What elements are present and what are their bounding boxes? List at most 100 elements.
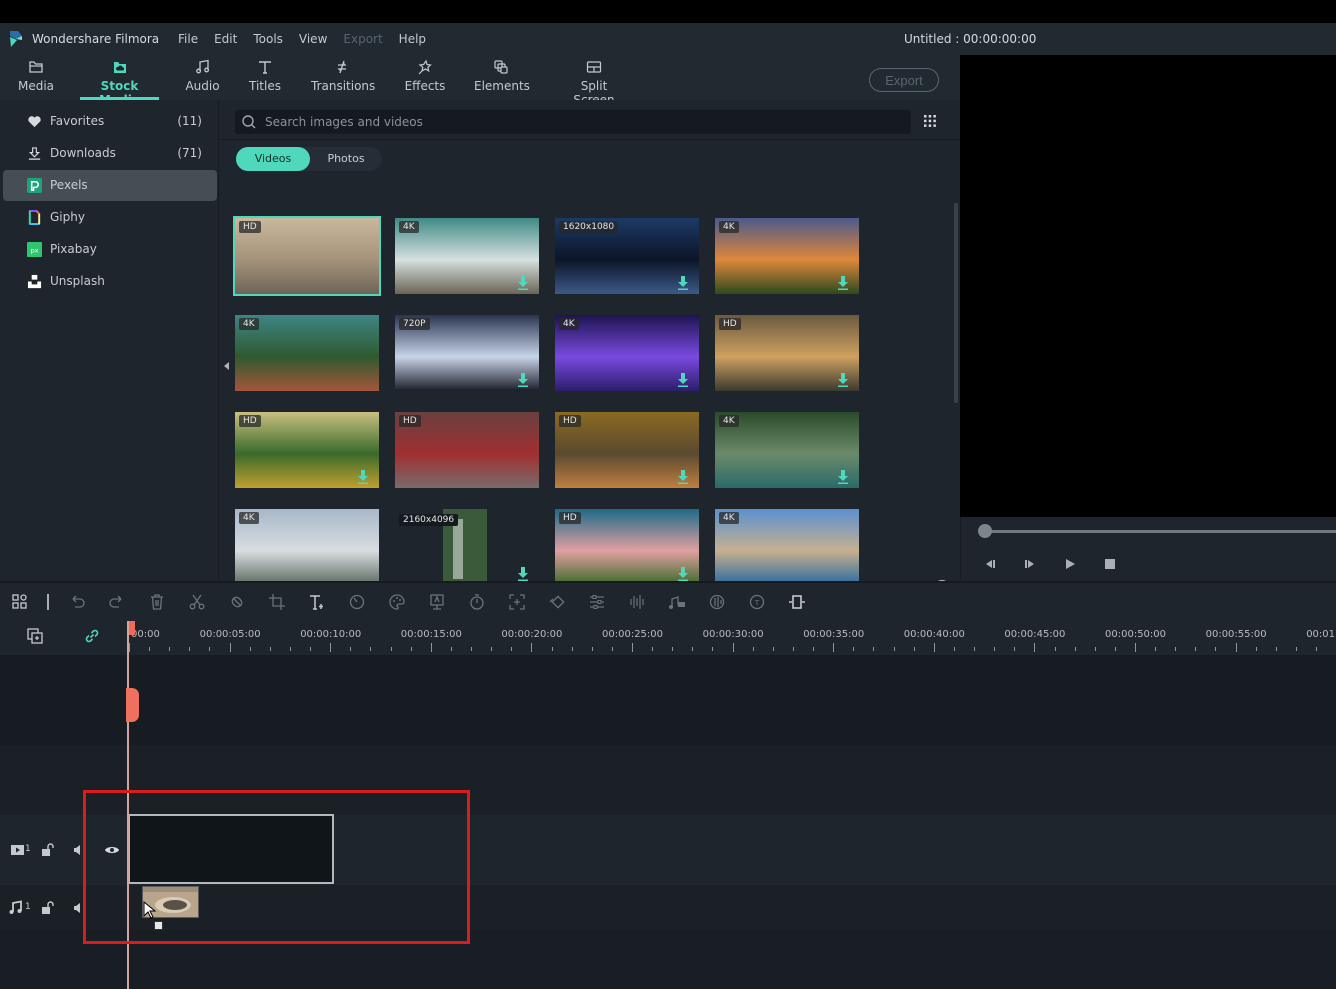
stock-video-thumbnail[interactable]: 2160x4096 xyxy=(395,506,539,588)
download-icon[interactable] xyxy=(837,276,849,290)
stock-video-thumbnail[interactable]: 4K xyxy=(235,315,379,391)
layout-icon[interactable] xyxy=(11,593,29,611)
tab-audio[interactable]: Audio xyxy=(184,55,221,100)
download-icon[interactable] xyxy=(517,276,529,290)
color-icon[interactable] xyxy=(388,593,406,611)
resolution-badge: 4K xyxy=(559,318,579,330)
tab-titles[interactable]: Titles xyxy=(248,55,282,100)
menu-edit[interactable]: Edit xyxy=(214,32,237,46)
filmora-window: Wondershare Filmora File Edit Tools View… xyxy=(0,23,1336,989)
stock-video-thumbnail[interactable]: 4K xyxy=(715,412,859,488)
menu-view[interactable]: View xyxy=(299,32,327,46)
download-icon[interactable] xyxy=(677,567,689,581)
menu-tools[interactable]: Tools xyxy=(253,32,283,46)
stock-video-thumbnail[interactable]: 4K xyxy=(715,509,859,585)
tab-effects[interactable]: Effects xyxy=(403,55,447,100)
next-frame-icon[interactable] xyxy=(1023,557,1037,571)
playback-progress-knob[interactable] xyxy=(978,524,992,538)
download-icon[interactable] xyxy=(517,567,529,581)
crop-icon[interactable] xyxy=(268,593,286,611)
sidebar-item-pixabay[interactable]: px Pixabay xyxy=(3,234,217,265)
add-text-icon[interactable] xyxy=(308,593,326,611)
download-icon[interactable] xyxy=(357,470,369,484)
download-icon[interactable] xyxy=(837,373,849,387)
sidebar-item-downloads[interactable]: Downloads (71) xyxy=(3,138,217,169)
download-icon[interactable] xyxy=(517,373,529,387)
sidebar-item-pexels[interactable]: Pexels xyxy=(3,170,217,201)
audio-mixer-icon[interactable] xyxy=(628,593,646,611)
transitions-icon xyxy=(311,59,373,79)
menu-help[interactable]: Help xyxy=(399,32,426,46)
download-icon[interactable] xyxy=(677,470,689,484)
redo-icon[interactable] xyxy=(108,593,126,611)
speech-to-text-icon[interactable]: T xyxy=(748,593,766,611)
undo-icon[interactable] xyxy=(68,593,86,611)
stock-video-thumbnail[interactable]: 4K xyxy=(715,218,859,294)
speed-icon[interactable] xyxy=(348,593,366,611)
green-screen-icon[interactable] xyxy=(428,593,446,611)
stock-video-thumbnail[interactable]: HD xyxy=(555,412,699,488)
menu-file[interactable]: File xyxy=(178,32,198,46)
unlock-icon[interactable] xyxy=(40,842,56,858)
collapse-sidebar-arrow-icon[interactable] xyxy=(221,356,231,376)
stock-video-thumbnail[interactable]: 1620x1080 xyxy=(555,218,699,294)
tab-stock-media[interactable]: Stock Media xyxy=(80,55,159,107)
link-icon[interactable] xyxy=(83,627,101,645)
voiceover-icon[interactable] xyxy=(708,593,726,611)
add-track-icon[interactable] xyxy=(26,627,44,645)
stock-folder-icon xyxy=(80,59,159,79)
scene-detect-icon[interactable] xyxy=(788,593,806,611)
stock-video-thumbnail[interactable]: 4K xyxy=(555,315,699,391)
cut-icon[interactable] xyxy=(188,593,206,611)
timeline-ruler[interactable]: 00:00 00:00:05:00 00:00:10:00 00:00:15:00 00… xyxy=(0,621,1336,655)
video-track-icon xyxy=(11,845,24,855)
playhead-snap-marker[interactable] xyxy=(126,688,139,722)
preview-viewer[interactable] xyxy=(960,55,1336,517)
stop-icon[interactable] xyxy=(1103,557,1117,571)
ruler-tick xyxy=(1074,647,1076,651)
previous-frame-icon[interactable] xyxy=(983,557,997,571)
zoom-fit-icon[interactable] xyxy=(508,593,526,611)
tab-transitions[interactable]: Transitions xyxy=(311,55,375,100)
stock-video-thumbnail[interactable]: HD xyxy=(555,509,699,585)
export-button[interactable]: Export xyxy=(869,68,939,92)
photos-toggle-button[interactable]: Photos xyxy=(310,147,382,171)
tab-split-screen[interactable]: Split Screen xyxy=(560,55,628,107)
ruler-tick xyxy=(712,647,714,651)
download-icon[interactable] xyxy=(677,373,689,387)
ruler-tick xyxy=(813,647,815,651)
drag-add-plus-icon xyxy=(154,921,163,930)
ruler-tick xyxy=(933,643,935,652)
tab-media[interactable]: Media xyxy=(15,55,57,100)
ruler-tick xyxy=(350,647,352,651)
keyframe-icon[interactable] xyxy=(548,593,566,611)
stock-video-thumbnail[interactable]: 720P xyxy=(395,315,539,391)
stock-video-thumbnail[interactable]: 4K xyxy=(235,509,379,585)
sidebar-item-unsplash[interactable]: Unsplash xyxy=(3,266,217,297)
stock-video-thumbnail[interactable]: HD xyxy=(233,216,381,296)
sidebar-item-favorites[interactable]: Favorites (11) xyxy=(3,106,217,137)
download-icon[interactable] xyxy=(677,276,689,290)
audio-ducking-icon[interactable] xyxy=(668,593,686,611)
playback-progress-slider[interactable] xyxy=(983,530,1336,533)
videos-toggle-button[interactable]: Videos xyxy=(236,147,310,171)
stock-video-thumbnail[interactable]: HD xyxy=(715,315,859,391)
content-scrollbar[interactable] xyxy=(954,203,958,403)
sidebar-item-giphy[interactable]: Giphy xyxy=(3,202,217,233)
search-input[interactable] xyxy=(265,112,895,132)
tab-elements[interactable]: Elements xyxy=(474,55,530,100)
stock-video-thumbnail[interactable]: 4K xyxy=(395,218,539,294)
stock-video-thumbnail[interactable]: HD xyxy=(395,412,539,488)
unlock-icon[interactable] xyxy=(40,900,56,916)
resolution-badge: 4K xyxy=(719,512,739,524)
stock-video-thumbnail[interactable]: HD xyxy=(235,412,379,488)
ruler-time-label: 00:00:30:00 xyxy=(702,629,764,640)
play-icon[interactable] xyxy=(1063,557,1077,571)
ruler-tick xyxy=(752,647,754,651)
adjust-icon[interactable] xyxy=(588,593,606,611)
delete-icon[interactable] xyxy=(148,593,166,611)
tag-icon[interactable] xyxy=(228,593,246,611)
grid-view-icon[interactable] xyxy=(923,114,937,128)
download-icon[interactable] xyxy=(837,470,849,484)
timer-icon[interactable] xyxy=(468,593,486,611)
